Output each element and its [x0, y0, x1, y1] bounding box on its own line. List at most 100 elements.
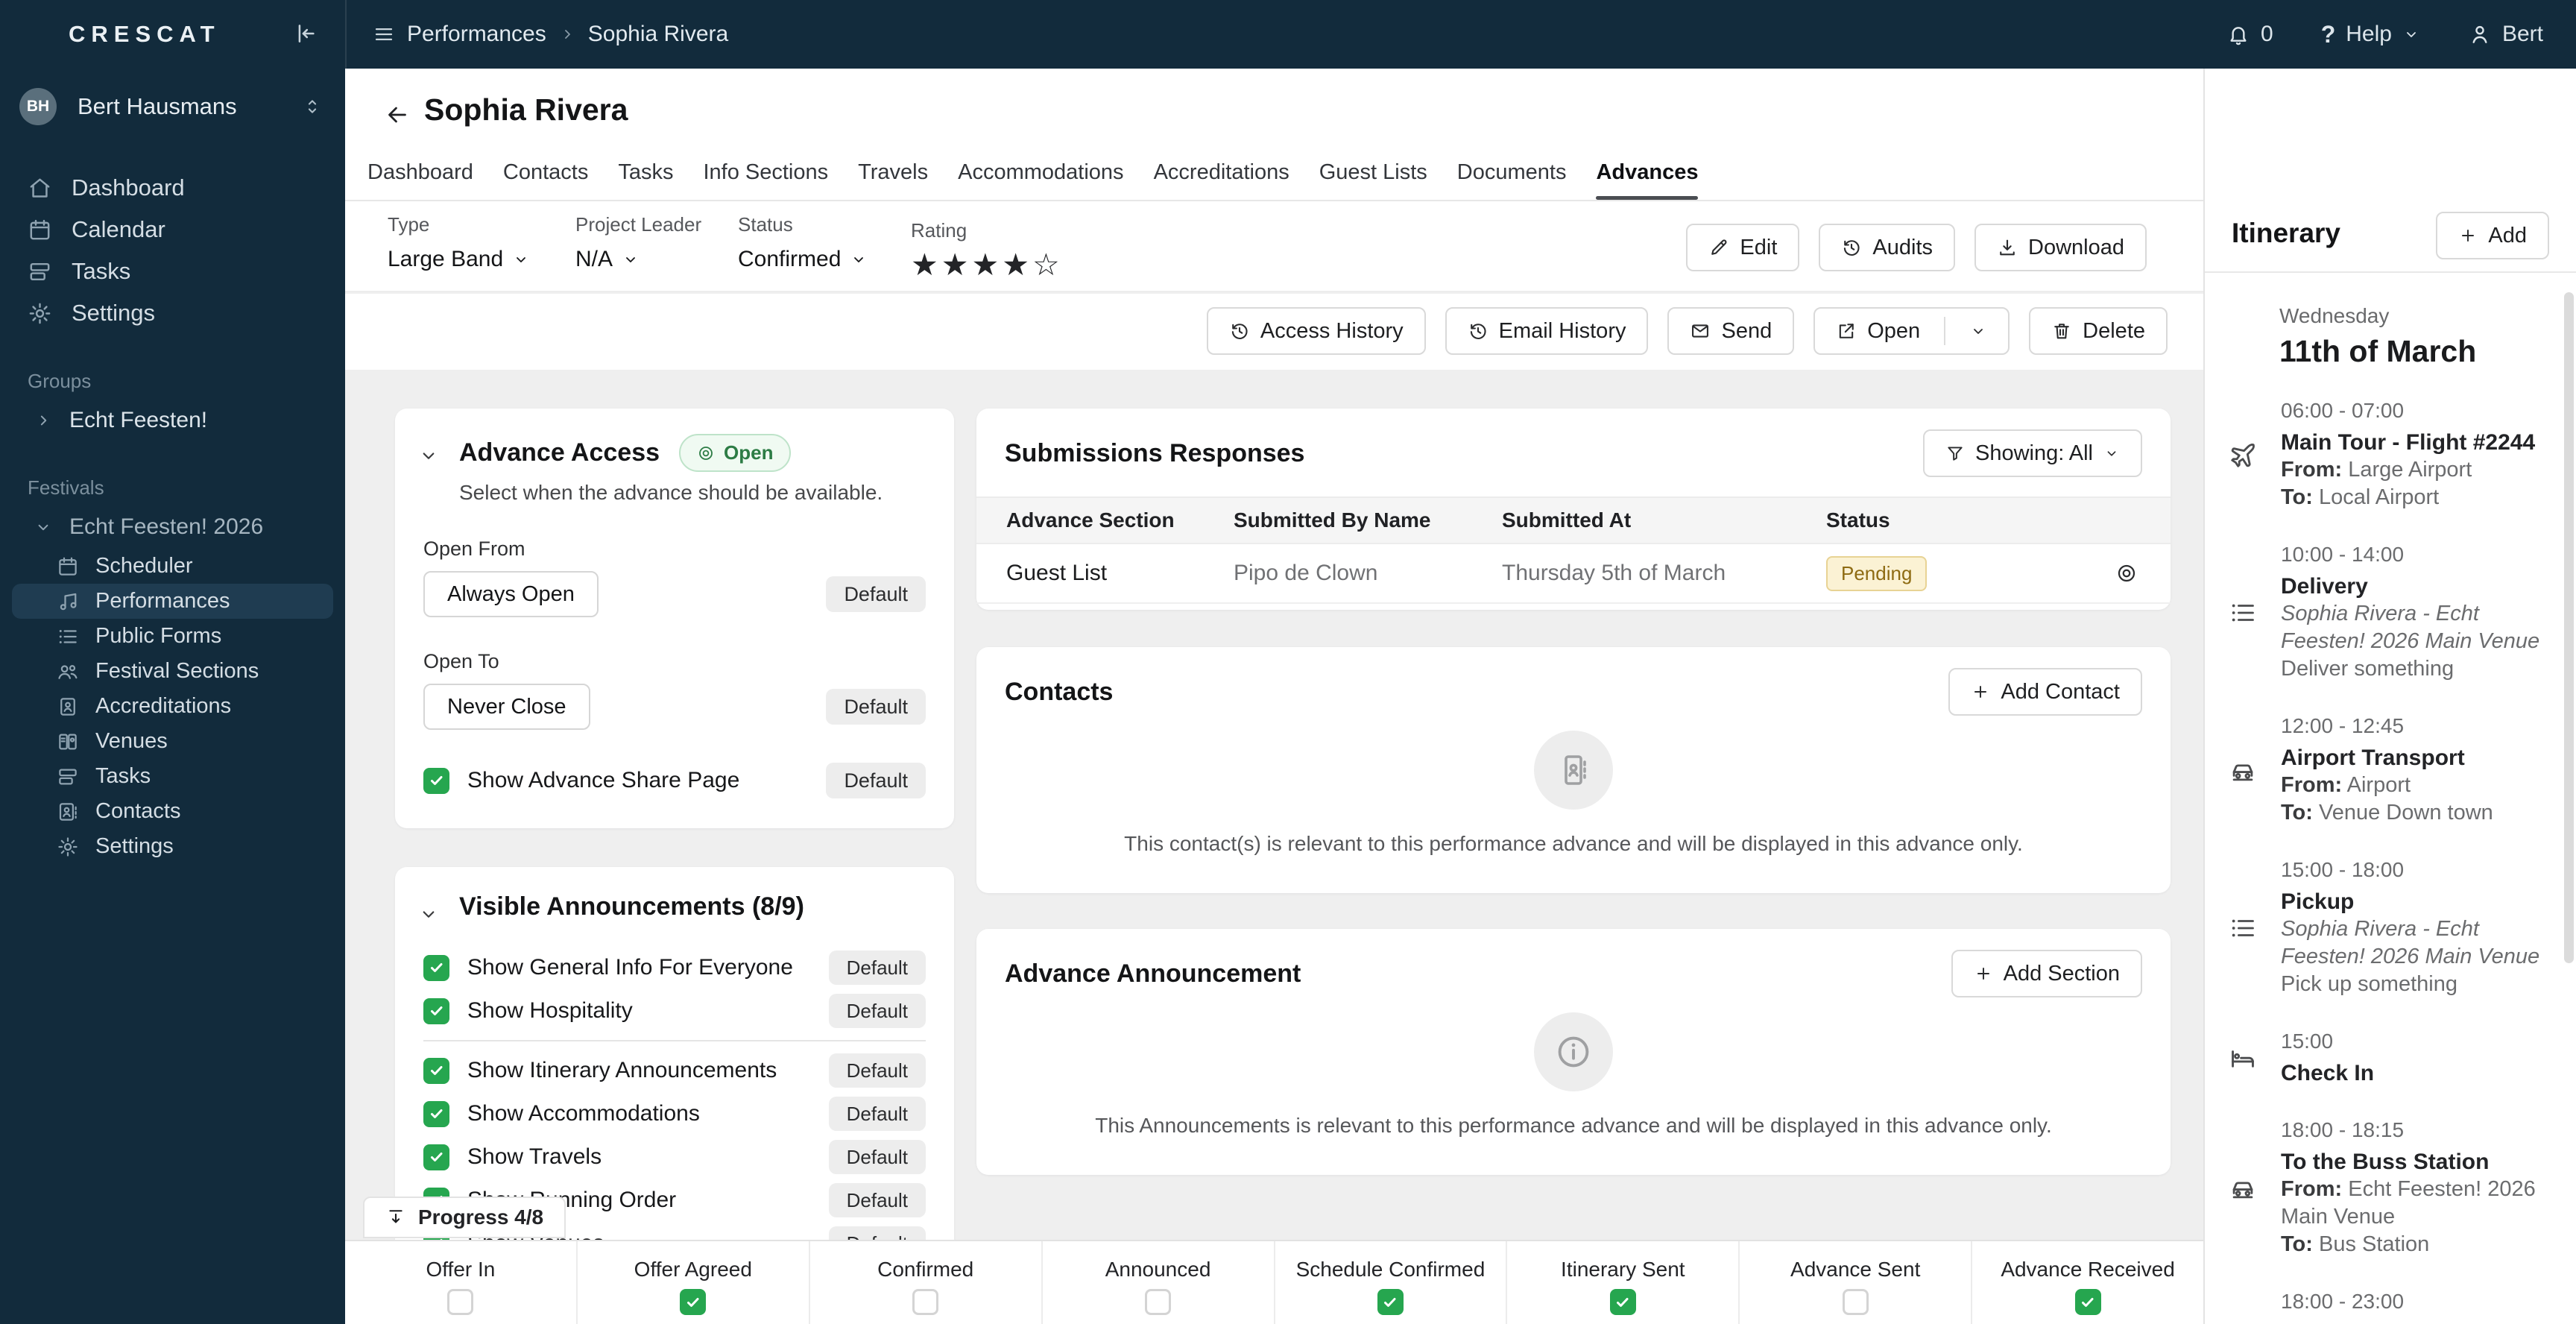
status-checkbox[interactable]	[1377, 1289, 1404, 1315]
tab-info-sections[interactable]: Info Sections	[703, 160, 828, 200]
itinerary-day-label: Wednesday	[2279, 304, 2390, 327]
breadcrumb-performances[interactable]: Performances	[407, 22, 546, 47]
showing-filter-button[interactable]: Showing: All	[1923, 429, 2142, 477]
sidebar-item-tasks[interactable]: Tasks	[0, 250, 345, 292]
sidebar-item-performances[interactable]: Performances	[12, 584, 333, 619]
itinerary-item[interactable]: 15:00 Check In	[2205, 1030, 2576, 1087]
default-badge: Default	[828, 994, 926, 1028]
sidebar-item-settings[interactable]: Settings	[12, 829, 333, 864]
itinerary-item[interactable]: 12:00 - 12:45 Airport Transport From: Airp…	[2205, 714, 2576, 827]
list-icon	[2205, 1290, 2281, 1324]
sidebar-item-contacts[interactable]: Contacts	[12, 794, 333, 829]
announcement-checkbox[interactable]	[423, 1144, 449, 1170]
progress-button[interactable]: Progress 4/8	[363, 1197, 566, 1238]
chevrons-up-down-icon	[302, 96, 323, 117]
audits-button[interactable]: Audits	[1819, 224, 1956, 271]
delete-button[interactable]: Delete	[2029, 307, 2168, 355]
sidebar-item-accreditations[interactable]: Accreditations	[12, 689, 333, 724]
status-checkbox[interactable]	[1145, 1289, 1172, 1315]
announcement-checkbox[interactable]	[423, 1100, 449, 1127]
status-checkbox[interactable]	[1609, 1289, 1636, 1315]
sidebar-item-festival-sections[interactable]: Festival Sections	[12, 654, 333, 689]
sidebar-item-tasks[interactable]: Tasks	[12, 759, 333, 794]
project-leader-label: Project Leader	[575, 213, 702, 236]
status-checkbox[interactable]	[912, 1289, 939, 1315]
tab-accommodations[interactable]: Accommodations	[958, 160, 1123, 200]
sidebar-item-echt-feesten-2026[interactable]: Echt Feesten! 2026	[0, 508, 345, 546]
user-menu[interactable]: Bert	[2468, 22, 2543, 47]
page-title: Sophia Rivera	[424, 92, 628, 127]
back-button[interactable]	[384, 101, 411, 128]
chevron-down-icon[interactable]	[1969, 322, 1987, 340]
rating-stars[interactable]: ★★★★☆	[911, 247, 1063, 283]
status-checkbox[interactable]	[447, 1289, 474, 1315]
status-cell-offer-in: Offer In	[345, 1241, 578, 1324]
project-leader-dropdown[interactable]: N/A	[575, 247, 701, 272]
scrollbar-thumb[interactable]	[2564, 292, 2574, 963]
help-menu[interactable]: ? Help	[2321, 21, 2420, 48]
tab-accreditations[interactable]: Accreditations	[1154, 160, 1289, 200]
sidebar-item-calendar[interactable]: Calendar	[0, 209, 345, 250]
itinerary-add-button[interactable]: Add	[2436, 212, 2549, 259]
announcement-empty-icon	[1534, 1012, 1613, 1091]
sidebar-collapse-icon[interactable]	[292, 21, 318, 46]
status-checkbox[interactable]	[1842, 1289, 1869, 1315]
sidebar-item-public-forms[interactable]: Public Forms	[12, 619, 333, 654]
tab-travels[interactable]: Travels	[858, 160, 928, 200]
avatar: BH	[19, 88, 57, 125]
tab-dashboard[interactable]: Dashboard	[367, 160, 473, 200]
tab-documents[interactable]: Documents	[1457, 160, 1567, 200]
announcement-row: Show Accommodations Default	[423, 1092, 926, 1135]
status-dropdown[interactable]: Confirmed	[738, 247, 868, 272]
itinerary-item[interactable]: 18:00 - 18:15 To the Buss Station From: Ec…	[2205, 1118, 2576, 1258]
status-checkbox[interactable]	[2074, 1289, 2101, 1315]
add-contact-button[interactable]: Add Contact	[1948, 668, 2142, 716]
send-button[interactable]: Send	[1667, 307, 1795, 355]
hamburger-icon[interactable]	[373, 23, 395, 45]
itinerary-item[interactable]: 18:00 - 23:00JobSophia Rivera - Echt Fee…	[2205, 1290, 2576, 1324]
announcement-checkbox[interactable]	[423, 1057, 449, 1084]
itinerary-item[interactable]: 06:00 - 07:00 Main Tour - Flight #2244 Fro…	[2205, 399, 2576, 511]
status-cell-announced: Announced	[1043, 1241, 1275, 1324]
breadcrumb-sophia-rivera[interactable]: Sophia Rivera	[588, 22, 728, 47]
sidebar-item-scheduler[interactable]: Scheduler	[12, 549, 333, 584]
sidebar-item-echt-feesten[interactable]: Echt Feesten!	[0, 400, 345, 441]
tab-contacts[interactable]: Contacts	[503, 160, 588, 200]
submissions-card: Submissions Responses Showing: All Advan…	[976, 409, 2171, 610]
edit-button[interactable]: Edit	[1686, 224, 1800, 271]
download-line-icon	[385, 1207, 406, 1228]
collapse-chevron-icon[interactable]	[417, 444, 440, 467]
open-button[interactable]: Open	[1813, 307, 2010, 355]
notifications-count: 0	[2261, 22, 2273, 46]
tab-advances[interactable]: Advances	[1596, 160, 1699, 200]
type-dropdown[interactable]: Large Band	[388, 247, 530, 272]
tab-guest-lists[interactable]: Guest Lists	[1319, 160, 1427, 200]
collapse-chevron-icon[interactable]	[417, 903, 440, 925]
status-checkbox[interactable]	[680, 1289, 707, 1315]
share-page-checkbox[interactable]	[423, 767, 449, 794]
sidebar-item-dashboard[interactable]: Dashboard	[0, 167, 345, 209]
view-submission-icon[interactable]	[2115, 562, 2138, 584]
chevron-right-icon	[558, 25, 576, 43]
sidebar-item-venues[interactable]: Venues	[12, 724, 333, 759]
button-divider	[1944, 317, 1946, 345]
itinerary-item[interactable]: 10:00 - 14:00 Delivery Sophia Rivera - Ech…	[2205, 543, 2576, 683]
open-to-input[interactable]: Never Close	[423, 684, 590, 730]
topbar-divider	[345, 0, 347, 69]
contacts-card: Contacts Add Contact This contact(s) is …	[976, 647, 2171, 893]
add-section-button[interactable]: Add Section	[1951, 950, 2142, 997]
open-from-input[interactable]: Always Open	[423, 571, 599, 617]
notifications-button[interactable]: 0	[2226, 22, 2273, 47]
table-row[interactable]: Guest List Pipo de Clown Thursday 5th of M…	[976, 544, 2171, 604]
tab-tasks[interactable]: Tasks	[618, 160, 673, 200]
access-history-button[interactable]: Access History	[1206, 307, 1426, 355]
email-history-button[interactable]: Email History	[1445, 307, 1649, 355]
external-icon	[1836, 321, 1857, 341]
announcement-checkbox[interactable]	[423, 997, 449, 1024]
download-button[interactable]: Download	[1974, 224, 2147, 271]
list-icon	[2205, 858, 2281, 998]
itinerary-item[interactable]: 15:00 - 18:00 Pickup Sophia Rivera - Echt …	[2205, 858, 2576, 998]
sidebar-item-settings[interactable]: Settings	[0, 292, 345, 334]
sidebar-user-switcher[interactable]: BH Bert Hausmans	[19, 88, 329, 125]
announcement-checkbox[interactable]	[423, 954, 449, 981]
